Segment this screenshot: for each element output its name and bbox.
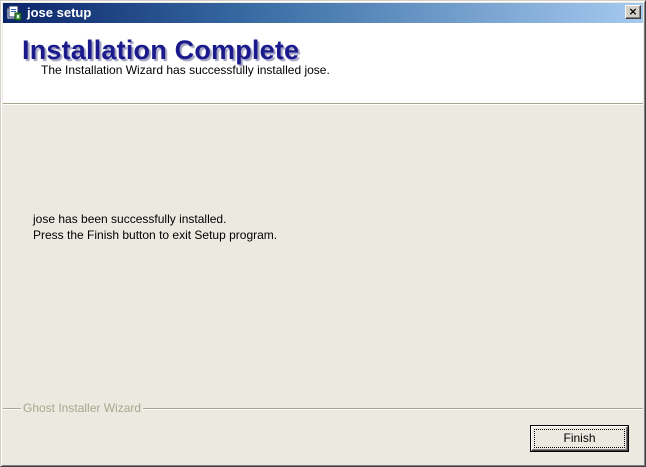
completion-message: jose has been successfully installed. Pr… [33, 211, 277, 243]
header-divider [3, 103, 643, 105]
setup-installer-icon [6, 5, 22, 21]
window-title: jose setup [27, 5, 92, 20]
page-subtitle: The Installation Wizard has successfully… [41, 63, 330, 77]
close-button[interactable]: × [625, 5, 641, 19]
header-panel: Installation Complete The Installation W… [3, 23, 643, 103]
setup-window: jose setup × Installation Complete The I… [0, 0, 646, 467]
page-title: Installation Complete [22, 35, 300, 65]
finish-button-label: Finish [563, 431, 596, 445]
title-bar[interactable]: jose setup × [3, 3, 643, 23]
message-line-installed: jose has been successfully installed. [33, 212, 227, 226]
wizard-branding-label: Ghost Installer Wizard [21, 401, 144, 416]
finish-button[interactable]: Finish [530, 425, 629, 452]
message-line-instructions: Press the Finish button to exit Setup pr… [33, 228, 278, 242]
wizard-branding-group: Ghost Installer Wizard [3, 401, 643, 417]
close-icon: × [628, 5, 638, 18]
